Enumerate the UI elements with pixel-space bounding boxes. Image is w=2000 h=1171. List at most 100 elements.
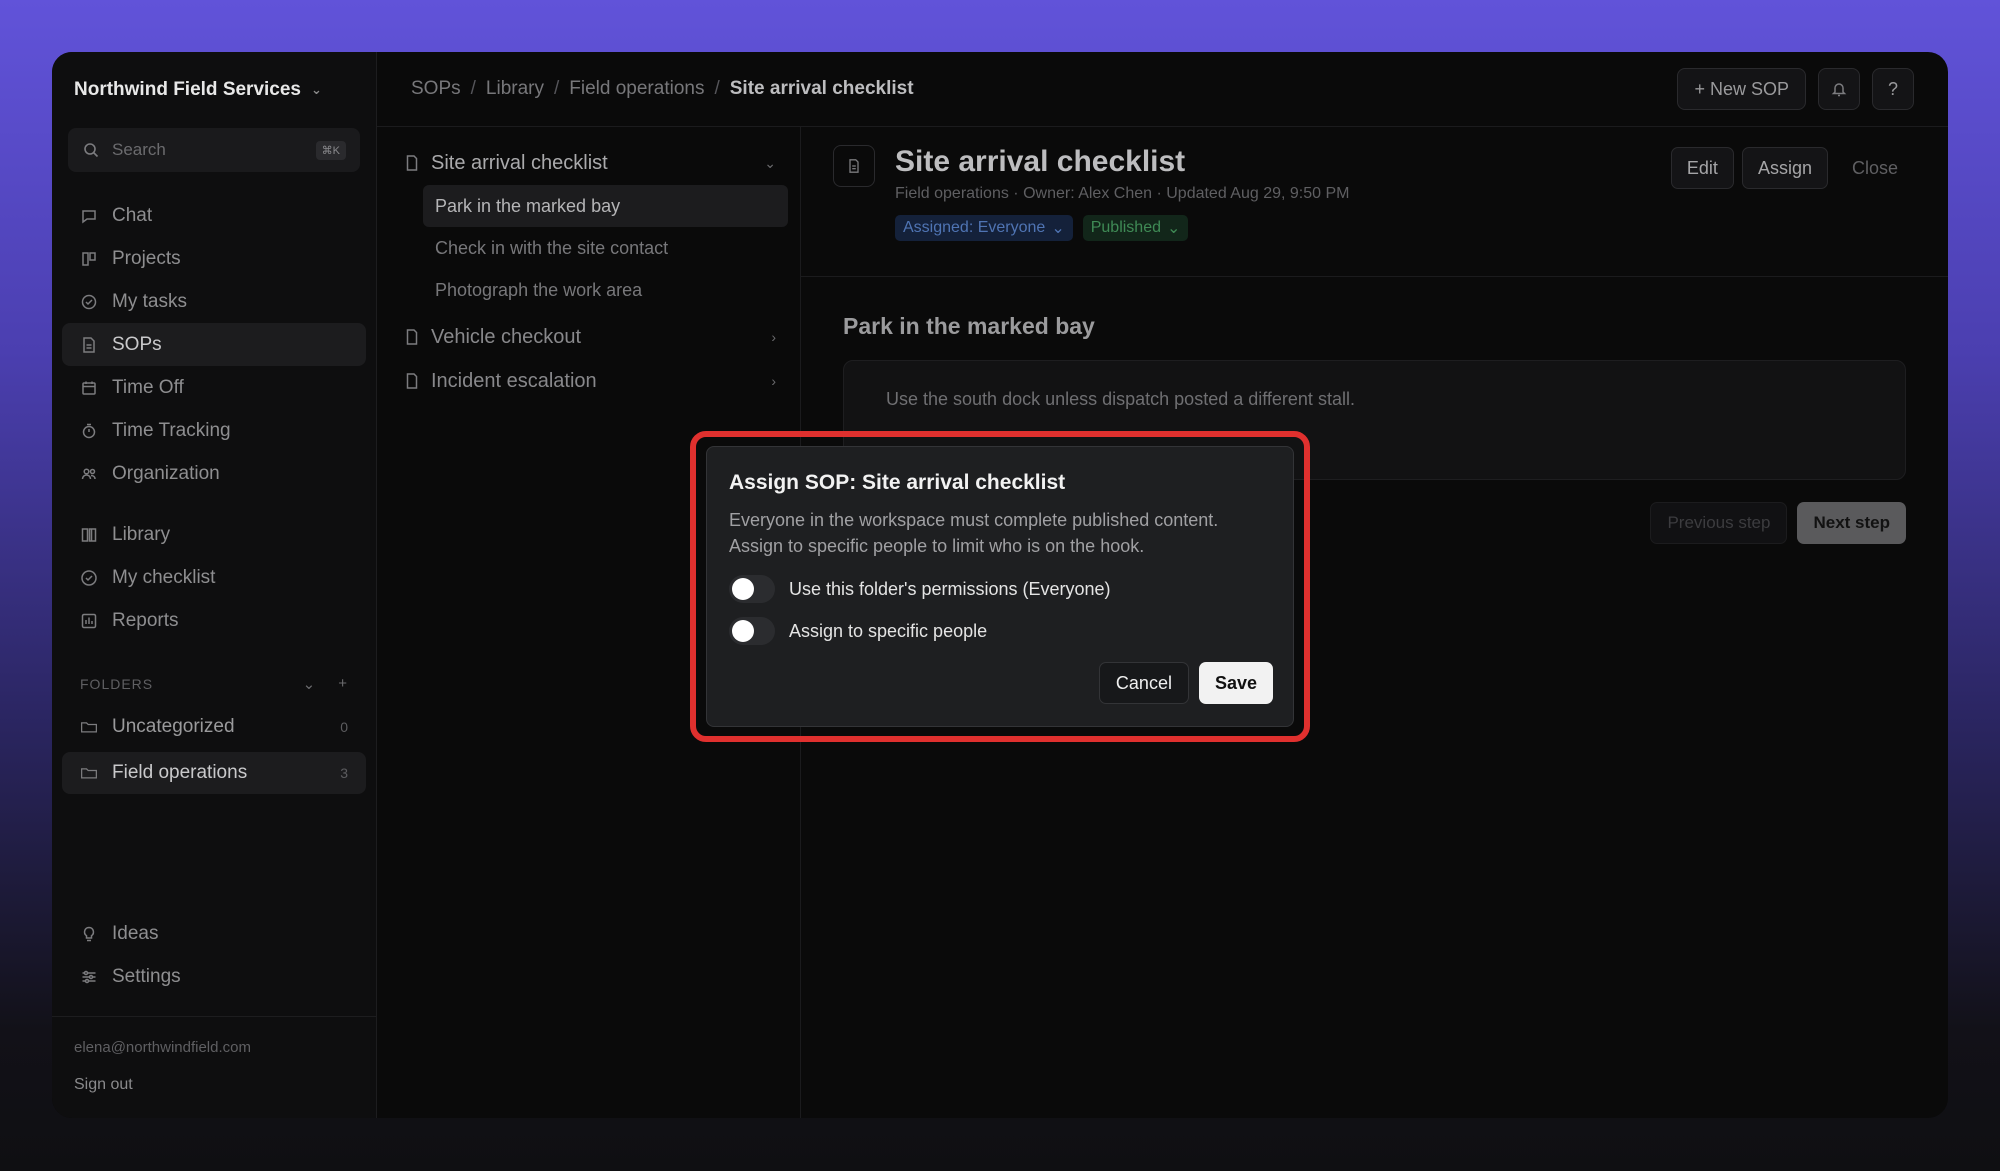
tree-step-2[interactable]: Check in with the site contact: [423, 227, 788, 269]
document-icon: [403, 154, 421, 172]
folder-count: 3: [340, 765, 348, 781]
doc-actions: Edit Assign Close: [1670, 147, 1914, 189]
save-button[interactable]: Save: [1198, 662, 1273, 704]
primary-nav: Chat Projects My tasks SOPs Time Off Tim…: [62, 194, 366, 495]
tree-doc-incident-escalation[interactable]: Incident escalation ›: [389, 359, 788, 403]
sidebar-item-settings[interactable]: Settings: [62, 955, 366, 998]
sidebar-item-label: Time Off: [112, 376, 184, 398]
sidebar-item-label: Time Tracking: [112, 419, 231, 441]
breadcrumb-separator: /: [714, 78, 720, 99]
workspace-switcher[interactable]: Northwind Field Services ⌄: [62, 52, 366, 128]
folders-heading: FOLDERS ⌄ +: [62, 666, 366, 702]
notifications-button[interactable]: [1818, 68, 1860, 110]
doc-header: Site arrival checklist Field operations …: [801, 127, 1948, 277]
folder-uncategorized[interactable]: Uncategorized 0: [62, 706, 366, 748]
assigned-pill[interactable]: Assigned: Everyone ⌄: [895, 215, 1073, 241]
sidebar-item-label: SOPs: [112, 333, 162, 355]
sidebar-item-label: My checklist: [112, 566, 216, 588]
next-step-button[interactable]: Next step: [1797, 502, 1906, 544]
workspace-name: Northwind Field Services: [74, 79, 301, 100]
toggle-knob: [732, 578, 754, 600]
folder-icon: [80, 718, 98, 736]
check-circle-icon: [80, 293, 98, 311]
breadcrumb-sops[interactable]: SOPs: [411, 78, 461, 100]
sidebar-item-label: My tasks: [112, 290, 187, 312]
sidebar-item-ideas[interactable]: Ideas: [62, 912, 366, 955]
sidebar-item-sops[interactable]: SOPs: [62, 323, 366, 366]
breadcrumb-separator: /: [470, 78, 476, 99]
document-icon: [833, 145, 875, 187]
dialog-title: Assign SOP: Site arrival checklist: [729, 471, 1066, 494]
lightbulb-icon: [80, 925, 98, 943]
sidebar-item-projects[interactable]: Projects: [62, 237, 366, 280]
sidebar-item-label: Settings: [112, 965, 181, 987]
chevron-down-icon: ⌄: [1051, 220, 1065, 237]
user-panel: elena@northwindfield.com Sign out: [52, 1016, 376, 1118]
plus-icon[interactable]: +: [338, 675, 348, 693]
sidebar-item-my-tasks[interactable]: My tasks: [62, 280, 366, 323]
close-button[interactable]: Close: [1836, 147, 1914, 189]
sidebar-item-organization[interactable]: Organization: [62, 452, 366, 495]
status-badge-label: Published: [1090, 219, 1161, 236]
sidebar-item-library[interactable]: Library: [62, 513, 366, 556]
step-title: Park in the marked bay: [843, 313, 1095, 339]
chevron-down-icon[interactable]: ⌄: [303, 675, 317, 693]
chevron-down-icon: ⌄: [764, 154, 776, 171]
people-icon: [80, 465, 98, 483]
chevron-right-icon: ›: [771, 329, 776, 345]
sidebar-item-time-tracking[interactable]: Time Tracking: [62, 409, 366, 452]
document-icon: [80, 336, 98, 354]
tree-doc-label: Site arrival checklist: [431, 151, 608, 174]
sidebar-item-label: Reports: [112, 609, 179, 631]
breadcrumb-field-operations[interactable]: Field operations: [569, 78, 704, 100]
sidebar-item-time-off[interactable]: Time Off: [62, 366, 366, 409]
doc-meta: Field operations · Owner: Alex Chen · Up…: [895, 185, 1350, 202]
status-badge[interactable]: Published ⌄: [1082, 215, 1189, 241]
breadcrumb: SOPs / Library / Field operations / Site…: [411, 78, 914, 100]
sidebar-item-label: Organization: [112, 462, 220, 484]
search-input[interactable]: Search ⌘K: [68, 128, 360, 172]
breadcrumb-separator: /: [553, 78, 560, 99]
tree-step-3[interactable]: Photograph the work area: [423, 269, 788, 311]
document-icon: [403, 372, 421, 390]
tree-doc-site-arrival[interactable]: Site arrival checklist ⌄: [389, 141, 788, 185]
calendar-icon: [80, 379, 98, 397]
folder-field-operations[interactable]: Field operations 3: [62, 752, 366, 794]
folder-permissions-toggle[interactable]: [729, 575, 775, 603]
sign-out-link[interactable]: Sign out: [74, 1076, 354, 1094]
chevron-right-icon: ›: [771, 373, 776, 389]
specific-people-label: Assign to specific people: [789, 620, 988, 641]
tree-step-1[interactable]: Park in the marked bay: [423, 185, 788, 227]
breadcrumb-current: Site arrival checklist: [729, 78, 914, 99]
folder-label: Uncategorized: [112, 716, 235, 737]
sidebar-item-chat[interactable]: Chat: [62, 194, 366, 237]
chat-icon: [80, 207, 98, 225]
check-circle-icon: [80, 569, 98, 587]
tree-doc-vehicle-checkout[interactable]: Vehicle checkout ›: [389, 315, 788, 359]
sidebar-item-label: Projects: [112, 247, 181, 269]
breadcrumb-library[interactable]: Library: [486, 78, 544, 100]
projects-icon: [80, 250, 98, 268]
secondary-nav: Library My checklist Reports: [62, 513, 366, 642]
sliders-icon: [80, 968, 98, 986]
previous-step-button[interactable]: Previous step: [1650, 502, 1788, 544]
cancel-button[interactable]: Cancel: [1098, 662, 1189, 704]
folder-count: 0: [340, 719, 348, 735]
sidebar: Northwind Field Services ⌄ Search ⌘K Cha…: [52, 52, 377, 1118]
assign-button[interactable]: Assign: [1741, 147, 1828, 189]
sidebar-item-reports[interactable]: Reports: [62, 599, 366, 642]
folder-label: Field operations: [112, 762, 248, 783]
toggle-knob: [732, 620, 754, 642]
chevron-down-icon: ⌄: [1167, 220, 1181, 237]
doc-title: Site arrival checklist: [895, 145, 1186, 178]
new-sop-button[interactable]: + New SOP: [1677, 68, 1806, 110]
specific-people-option: Assign to specific people: [729, 617, 1271, 645]
specific-people-toggle[interactable]: [729, 617, 775, 645]
sidebar-item-label: Chat: [112, 204, 153, 226]
sidebar-item-my-checklist[interactable]: My checklist: [62, 556, 366, 599]
help-button[interactable]: ?: [1872, 68, 1914, 110]
edit-button[interactable]: Edit: [1670, 147, 1734, 189]
sidebar-item-label: Library: [112, 523, 171, 545]
folder-permissions-label: Use this folder's permissions (Everyone): [789, 578, 1111, 599]
timer-icon: [80, 422, 98, 440]
